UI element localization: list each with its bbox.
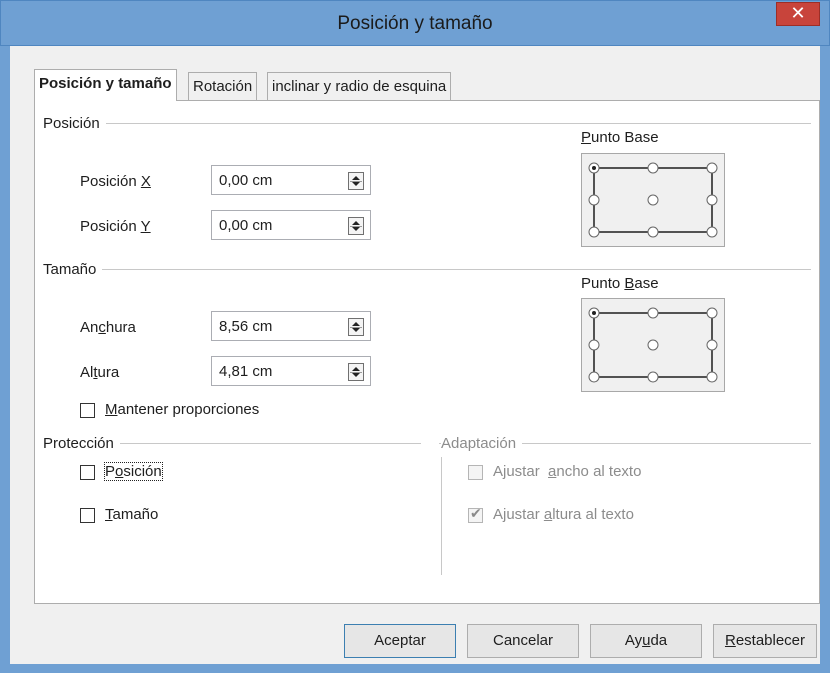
dialog-title: Posición y tamaño	[337, 13, 493, 34]
position-x-label: Posición X	[80, 173, 151, 190]
checkmark-icon: ✔	[470, 506, 482, 522]
position-y-value: 0,00 cm	[219, 217, 273, 234]
protection-section-label: Protección	[43, 435, 120, 452]
position-x-spin-icon[interactable]	[348, 172, 364, 190]
width-value: 8,56 cm	[219, 318, 273, 335]
fit-width-label: Ajustar ancho al texto	[493, 463, 642, 480]
ok-button[interactable]: Aceptar	[344, 624, 456, 658]
protect-size-checkbox[interactable]	[80, 508, 95, 523]
window-frame-left	[0, 46, 10, 673]
protect-position-label[interactable]: Posición	[104, 462, 163, 481]
height-field[interactable]: 4,81 cm	[211, 356, 371, 386]
close-button[interactable]: ✕	[776, 2, 820, 26]
position-section-line	[43, 123, 811, 124]
position-x-value: 0,00 cm	[219, 172, 273, 189]
tab-panel: Posición Posición X 0,00 cm Posición Y 0…	[34, 100, 820, 604]
position-base-point-selector[interactable]	[581, 153, 725, 247]
dialog-window: Posición y tamaño ✕ Posición y tamaño Ro…	[0, 0, 830, 673]
close-icon: ✕	[790, 3, 806, 24]
keep-ratio-checkbox[interactable]	[80, 403, 95, 418]
title-bar[interactable]: Posición y tamaño ✕	[0, 0, 830, 46]
adaptation-divider	[441, 457, 442, 575]
width-spin-icon[interactable]	[348, 318, 364, 336]
window-frame-bottom	[0, 664, 830, 673]
adaptation-section-label: Adaptación	[441, 435, 523, 452]
dialog-client: Posición y tamaño Rotación inclinar y ra…	[10, 46, 820, 664]
size-base-point-title: Punto Base	[581, 275, 659, 292]
tab-rotation[interactable]: Rotación	[188, 72, 258, 101]
cancel-button[interactable]: Cancelar	[467, 624, 579, 658]
size-base-point-selector[interactable]	[581, 298, 725, 392]
protect-position-checkbox[interactable]	[80, 465, 95, 480]
position-base-point-title: Punto Base	[581, 129, 659, 146]
width-label: Anchura	[80, 319, 136, 336]
base-point-grid-icon	[588, 307, 718, 383]
position-y-field[interactable]: 0,00 cm	[211, 210, 371, 240]
position-x-field[interactable]: 0,00 cm	[211, 165, 371, 195]
keep-ratio-label[interactable]: Mantener proporciones	[105, 401, 259, 418]
height-spin-icon[interactable]	[348, 363, 364, 381]
height-label: Altura	[80, 364, 120, 381]
fit-height-label: Ajustar altura al texto	[493, 506, 634, 523]
window-frame-right	[820, 46, 830, 673]
size-section-line	[43, 269, 811, 270]
position-section-label: Posición	[43, 115, 106, 132]
fit-height-checkbox: ✔	[468, 506, 483, 523]
width-field[interactable]: 8,56 cm	[211, 311, 371, 341]
fit-width-checkbox	[468, 465, 483, 480]
reset-button[interactable]: Restablecer	[713, 624, 817, 658]
protect-size-label[interactable]: Tamaño	[105, 506, 158, 523]
position-y-spin-icon[interactable]	[348, 217, 364, 235]
help-button[interactable]: Ayuda	[590, 624, 702, 658]
position-y-label: Posición Y	[80, 218, 151, 235]
tab-slant-corner-radius[interactable]: inclinar y radio de esquina	[267, 72, 452, 101]
base-point-grid-icon	[588, 162, 718, 238]
tab-position-size[interactable]: Posición y tamaño	[34, 69, 177, 101]
size-section-label: Tamaño	[43, 261, 103, 278]
height-value: 4,81 cm	[219, 363, 273, 380]
